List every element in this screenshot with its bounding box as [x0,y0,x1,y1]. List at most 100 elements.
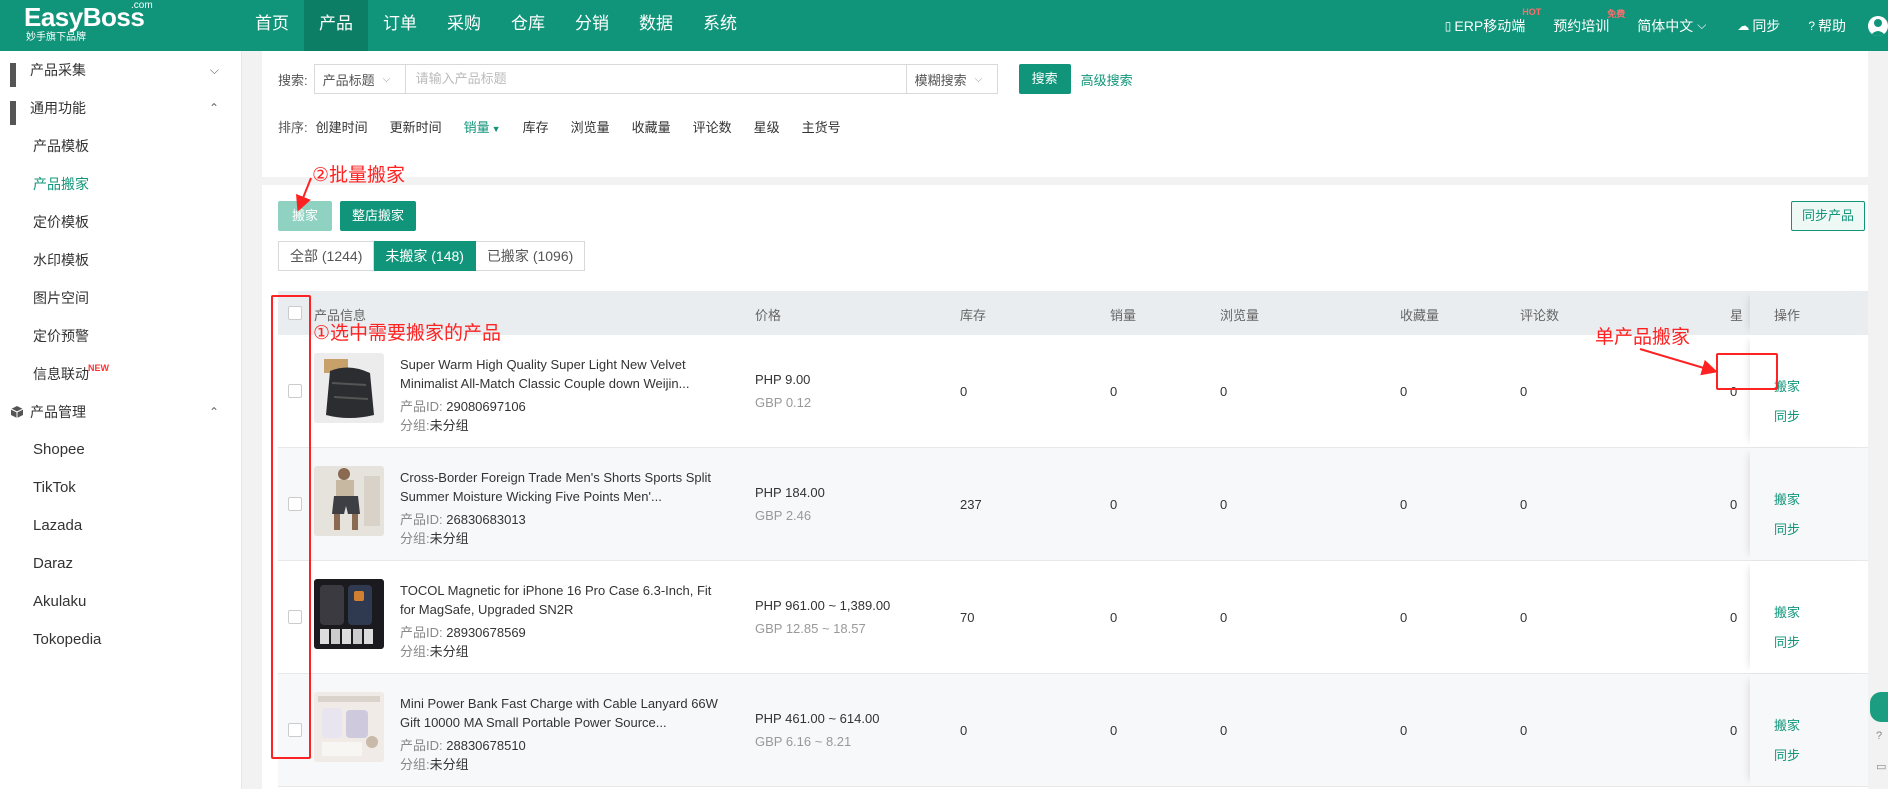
product-image[interactable] [314,353,384,423]
help-icon[interactable]: ? [1876,730,1882,742]
nav-system[interactable]: 系统 [688,0,752,51]
nav-home[interactable]: 首页 [240,0,304,51]
customer-service-widget[interactable] [1870,692,1888,722]
product-title[interactable]: Mini Power Bank Fast Charge with Cable L… [400,694,730,732]
sidebar-item-daraz[interactable]: Daraz [0,545,241,583]
nav-products[interactable]: 产品 [304,0,368,51]
training-label: 预约培训 [1553,17,1610,34]
sync-products-button[interactable]: 同步产品 [1791,201,1866,231]
move-product-link[interactable]: 搬家 [1774,489,1800,508]
user-menu[interactable] [1868,15,1888,36]
sidebar-item-product-template[interactable]: 产品模板 [0,127,241,165]
search-field-select[interactable]: 产品标题 ⌵ [313,64,406,94]
chevron-down-icon: ⌵ [1697,18,1707,32]
product-title[interactable]: Cross-Border Foreign Trade Men's Shorts … [400,468,730,506]
search-button[interactable]: 搜索 [1018,64,1071,94]
sync-product-link[interactable]: 同步 [1774,519,1800,538]
col-star: 星 [1730,308,1744,323]
sort-created[interactable]: 创建时间 [316,117,368,136]
sort-favs[interactable]: 收藏量 [632,117,671,136]
sidebar-group-product-manage[interactable]: 产品管理 ⌃ [0,393,241,431]
cloud-sync-icon: ☁ [1737,18,1750,33]
nav-orders[interactable]: 订单 [368,0,432,51]
sidebar-item-shopee[interactable]: Shopee [0,431,241,469]
cube-icon [10,405,24,419]
batch-move-button[interactable]: 搬家 [278,201,333,231]
move-store-button[interactable]: 整店搬家 [340,201,417,231]
language-select[interactable]: 简体中文 ⌵ [1637,16,1709,36]
star-value: 0 [1730,723,1738,738]
tab-not-moved[interactable]: 未搬家 (148) [374,241,476,271]
sort-star[interactable]: 星级 [754,117,780,136]
advanced-search-link[interactable]: 高级搜索 [1081,70,1133,89]
nav-purchase[interactable]: 采购 [432,0,496,51]
erp-mobile-link[interactable]: ▯ ERP移动端 HOT [1445,7,1541,36]
move-product-link[interactable]: 搬家 [1774,715,1800,734]
sort-sku[interactable]: 主货号 [802,117,841,136]
product-id: 产品ID: 28930678569 [400,622,526,641]
sidebar-item-product-move[interactable]: 产品搬家 [0,165,241,203]
sort-views[interactable]: 浏览量 [571,117,610,136]
stock-value: 0 [960,384,968,399]
tab-moved[interactable]: 已搬家 (1096) [475,241,586,271]
annotation-single-move: 单产品搬家 [1595,327,1691,348]
sidebar-group-common[interactable]: 通用功能 ⌃ [0,89,241,127]
user-icon [1868,15,1888,36]
header-tools: ▯ ERP移动端 HOT 预约培训 免费 简体中文 ⌵ ☁ 同步 ? 帮助 [1445,0,1888,51]
product-image[interactable] [314,579,384,649]
sort-stock[interactable]: 库存 [523,117,549,136]
sidebar-group-collect[interactable]: 产品采集 ⌵ [0,51,241,89]
product-image[interactable] [314,692,384,762]
price-gbp: GBP 6.16 ~ 8.21 [755,734,852,749]
sales-value: 0 [1110,610,1118,625]
product-group-label: 分组: [400,757,430,772]
product-title[interactable]: TOCOL Magnetic for iPhone 16 Pro Case 6.… [400,581,730,619]
brand-logo[interactable]: EasyBoss .com 妙手旗下品牌 [24,0,153,44]
nav-distribution[interactable]: 分销 [560,0,624,51]
star-value: 0 [1730,610,1738,625]
nav-data[interactable]: 数据 [624,0,688,51]
col-ops: 操作 [1774,308,1801,323]
search-row: 搜索: 产品标题 ⌵ 请输入产品标题 模糊搜索 ⌵ 搜索 高级搜索 [278,64,1133,94]
product-id-value: 29080697106 [446,399,526,414]
col-stock: 库存 [960,308,987,323]
grid-icon [10,63,24,87]
col-reviews: 评论数 [1520,308,1560,323]
product-title[interactable]: Super Warm High Quality Super Light New … [400,355,730,393]
chat-icon[interactable]: ▭ [1876,760,1886,773]
language-label: 简体中文 [1637,17,1694,34]
nav-warehouse[interactable]: 仓库 [496,0,560,51]
sidebar-item-tokopedia[interactable]: Tokopedia [0,621,241,659]
sync-link[interactable]: ☁ 同步 [1737,16,1780,36]
sidebar-item-pricing-alert[interactable]: 定价预警 [0,317,241,355]
product-image[interactable] [314,466,384,536]
sidebar-item-image-space[interactable]: 图片空间 [0,279,241,317]
sidebar-item-pricing-template[interactable]: 定价模板 [0,203,241,241]
price-gbp: GBP 12.85 ~ 18.57 [755,621,866,636]
sort-updated[interactable]: 更新时间 [390,117,442,136]
sort-label: 排序: [278,120,308,135]
training-link[interactable]: 预约培训 免费 [1553,9,1625,36]
views-value: 0 [1220,384,1228,399]
sidebar-item-akulaku[interactable]: Akulaku [0,583,241,621]
reviews-value: 0 [1520,497,1528,512]
tab-all[interactable]: 全部 (1244) [278,241,375,271]
product-group-label: 分组: [400,644,430,659]
sidebar-item-watermark-template[interactable]: 水印模板 [0,241,241,279]
sort-reviews[interactable]: 评论数 [693,117,732,136]
sync-product-link[interactable]: 同步 [1774,745,1800,764]
sidebar-group-label: 产品采集 [30,62,86,78]
sync-product-link[interactable]: 同步 [1774,406,1800,425]
sidebar-item-tiktok[interactable]: TikTok [0,469,241,507]
help-link[interactable]: ? 帮助 [1808,16,1846,36]
search-input[interactable]: 请输入产品标题 [405,64,906,94]
sync-product-link[interactable]: 同步 [1774,632,1800,651]
sidebar-item-lazada[interactable]: Lazada [0,507,241,545]
search-mode-select[interactable]: 模糊搜索 ⌵ [905,64,998,94]
sort-row: 排序: 创建时间 更新时间 销量 ▼ 库存 浏览量 收藏量 评论数 星级 主货号 [278,117,863,136]
sort-sales[interactable]: 销量 ▼ [464,117,501,136]
sidebar-item-info-link[interactable]: 信息联动 NEW [0,355,241,393]
move-product-link[interactable]: 搬家 [1774,602,1800,621]
product-id-label: 产品ID: [400,512,443,527]
price-php: PHP 9.00 [755,372,811,387]
